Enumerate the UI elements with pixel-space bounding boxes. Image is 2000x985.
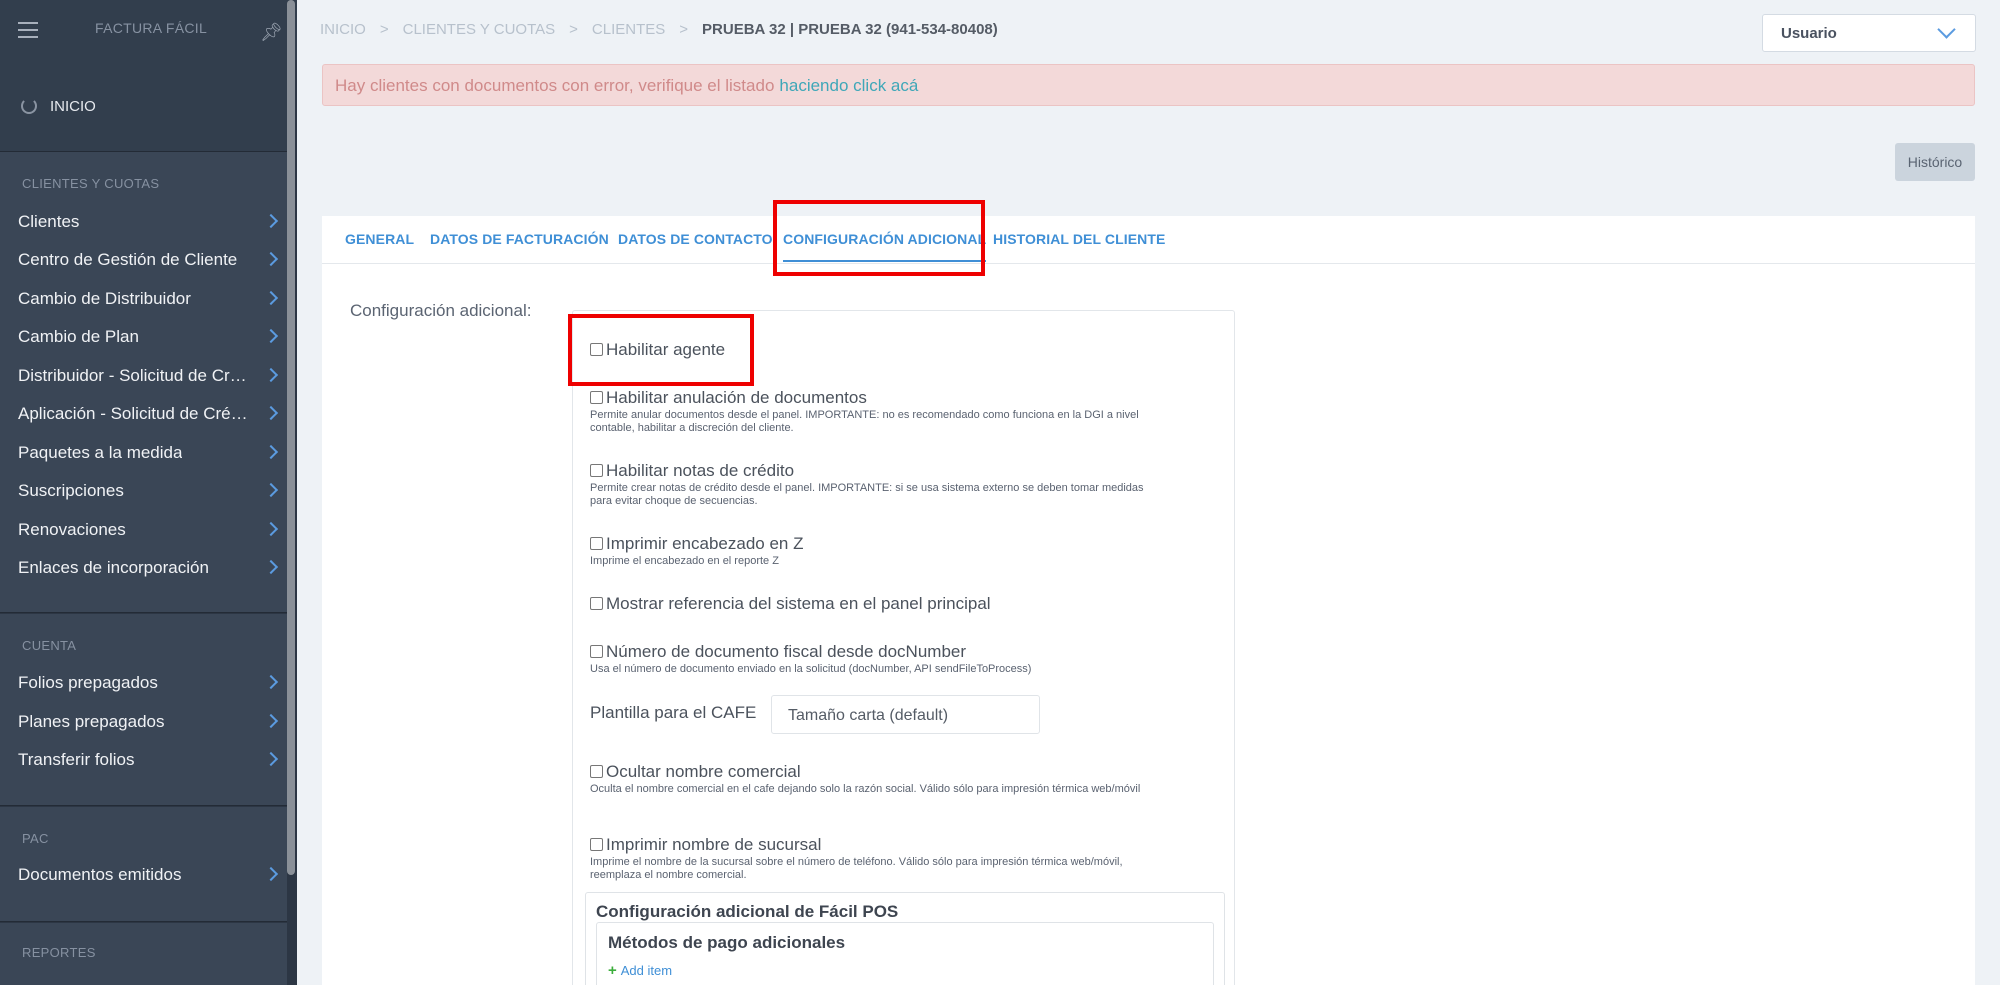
sidebar-section-clientes: CLIENTES Y CUOTAS Clientes Centro de Ges… <box>0 152 287 613</box>
option-nombre-sucursal: Imprimir nombre de sucursal Imprime el n… <box>590 835 1123 881</box>
sidebar-header: FACTURA FÁCIL 📌︎ <box>0 0 297 60</box>
sidebar-item-renovaciones[interactable]: Renovaciones <box>18 515 280 545</box>
pin-icon[interactable]: 📌︎ <box>260 22 283 42</box>
chevron-down-icon <box>1937 20 1956 39</box>
sidebar-item-distribuidor-credito[interactable]: Distribuidor - Solicitud de Crédito <box>18 361 280 391</box>
sidebar-item-inicio[interactable]: INICIO <box>0 60 287 152</box>
add-item-button[interactable]: + Add item <box>608 962 672 979</box>
sidebar-scrollbar[interactable] <box>287 0 295 875</box>
sidebar-item-folios-prepagados[interactable]: Folios prepagados <box>18 668 280 698</box>
sidebar-item-transferir-folios[interactable]: Transferir folios <box>18 745 280 775</box>
sidebar-item-enlaces[interactable]: Enlaces de incorporación <box>18 553 280 583</box>
notas-credito-checkbox[interactable] <box>590 464 603 477</box>
nombre-sucursal-checkbox[interactable] <box>590 838 603 851</box>
chevron-right-icon <box>263 367 279 383</box>
section-title: REPORTES <box>22 945 96 960</box>
sidebar-item-cambio-plan[interactable]: Cambio de Plan <box>18 322 280 352</box>
user-dropdown[interactable]: Usuario <box>1762 14 1976 52</box>
tabs-bar: GENERAL DATOS DE FACTURACIÓN DATOS DE CO… <box>322 216 1975 264</box>
sidebar-item-paquetes[interactable]: Paquetes a la medida <box>18 438 280 468</box>
chevron-right-icon <box>263 482 279 498</box>
highlight-box-tab <box>773 200 985 276</box>
payment-methods-title: Métodos de pago adicionales <box>608 933 846 952</box>
plus-icon: + <box>608 962 617 979</box>
loading-circle-icon <box>21 98 37 114</box>
sidebar: FACTURA FÁCIL 📌︎ INICIO CLIENTES Y CUOTA… <box>0 0 297 985</box>
ocultar-nombre-checkbox[interactable] <box>590 765 603 778</box>
tab-historial-cliente[interactable]: HISTORIAL DEL CLIENTE <box>993 231 1165 247</box>
chevron-right-icon <box>263 251 279 267</box>
breadcrumb-clientes[interactable]: CLIENTES <box>592 21 665 38</box>
breadcrumb-inicio[interactable]: INICIO <box>320 21 366 38</box>
client-card: GENERAL DATOS DE FACTURACIÓN DATOS DE CO… <box>322 200 1975 985</box>
historico-button[interactable]: Histórico <box>1895 143 1975 181</box>
referencia-sistema-checkbox[interactable] <box>590 597 603 610</box>
sidebar-item-cambio-distribuidor[interactable]: Cambio de Distribuidor <box>18 284 280 314</box>
breadcrumb: INICIO > CLIENTES Y CUOTAS > CLIENTES > PRUEBA… <box>320 21 998 38</box>
chevron-right-icon <box>263 290 279 306</box>
chevron-right-icon <box>263 866 279 882</box>
sidebar-item-clientes[interactable]: Clientes <box>18 207 280 237</box>
error-alert: Hay clientes con documentos con error, v… <box>322 64 1975 106</box>
section-title: CLIENTES Y CUOTAS <box>22 176 160 191</box>
sidebar-item-planes-prepagados[interactable]: Planes prepagados <box>18 707 280 737</box>
chevron-right-icon: > <box>379 21 389 38</box>
option-notas-credito: Habilitar notas de crédito Permite crear… <box>590 461 1144 507</box>
brand-title: FACTURA FÁCIL <box>95 20 208 36</box>
alert-message: Hay clientes con documentos con error, v… <box>335 76 775 95</box>
option-encabezado-z: Imprimir encabezado en Z Imprime el enca… <box>590 534 804 567</box>
breadcrumb-clientes-cuotas[interactable]: CLIENTES Y CUOTAS <box>403 21 556 38</box>
sidebar-item-aplicacion-credito[interactable]: Aplicación - Solicitud de Crédito <box>18 399 280 429</box>
breadcrumb-current: PRUEBA 32 | PRUEBA 32 (941-534-80408) <box>702 21 998 38</box>
tab-datos-contacto[interactable]: DATOS DE CONTACTO <box>618 231 773 247</box>
config-label: Configuración adicional: <box>350 301 532 320</box>
chevron-right-icon <box>263 328 279 344</box>
payment-methods-panel <box>596 922 1214 985</box>
chevron-right-icon: > <box>679 21 689 38</box>
docnumber-checkbox[interactable] <box>590 645 603 658</box>
sidebar-item-centro-gestion[interactable]: Centro de Gestión de Cliente <box>18 245 280 275</box>
highlight-box-agente <box>568 314 754 386</box>
cafe-template-select[interactable]: Tamaño carta (default) <box>771 695 1040 734</box>
option-ocultar-nombre: Ocultar nombre comercial Oculta el nombr… <box>590 762 1141 795</box>
chevron-right-icon <box>263 674 279 690</box>
encabezado-z-checkbox[interactable] <box>590 537 603 550</box>
chevron-right-icon <box>263 559 279 575</box>
pos-config-title: Configuración adicional de Fácil POS <box>596 902 899 921</box>
cafe-template-label: Plantilla para el CAFE <box>590 703 757 722</box>
sidebar-item-label: INICIO <box>50 98 96 115</box>
chevron-right-icon <box>263 751 279 767</box>
hamburger-menu-icon[interactable] <box>18 22 38 38</box>
chevron-right-icon <box>263 444 279 460</box>
tab-general[interactable]: GENERAL <box>345 231 414 247</box>
option-anulacion: Habilitar anulación de documentos Permit… <box>590 388 1139 434</box>
anulacion-checkbox[interactable] <box>590 391 603 404</box>
alert-link[interactable]: haciendo click acá <box>779 76 918 95</box>
chevron-right-icon <box>263 213 279 229</box>
user-dropdown-label: Usuario <box>1781 25 1837 42</box>
sidebar-section-cuenta: CUENTA Folios prepagados Planes prepagad… <box>0 614 287 806</box>
chevron-right-icon: > <box>569 21 578 38</box>
tab-datos-facturacion[interactable]: DATOS DE FACTURACIÓN <box>430 231 609 247</box>
option-docnumber: Número de documento fiscal desde docNumb… <box>590 642 1032 675</box>
sidebar-section-pac: PAC Documentos emitidos <box>0 807 287 922</box>
option-referencia-sistema: Mostrar referencia del sistema en el pan… <box>590 594 991 614</box>
chevron-right-icon <box>263 521 279 537</box>
section-title: PAC <box>22 831 49 846</box>
sidebar-section-reportes: REPORTES <box>0 923 287 985</box>
sidebar-item-documentos-emitidos[interactable]: Documentos emitidos <box>18 860 280 890</box>
sidebar-item-suscripciones[interactable]: Suscripciones <box>18 476 280 506</box>
chevron-right-icon <box>263 713 279 729</box>
chevron-right-icon <box>263 405 279 421</box>
section-title: CUENTA <box>22 638 77 653</box>
